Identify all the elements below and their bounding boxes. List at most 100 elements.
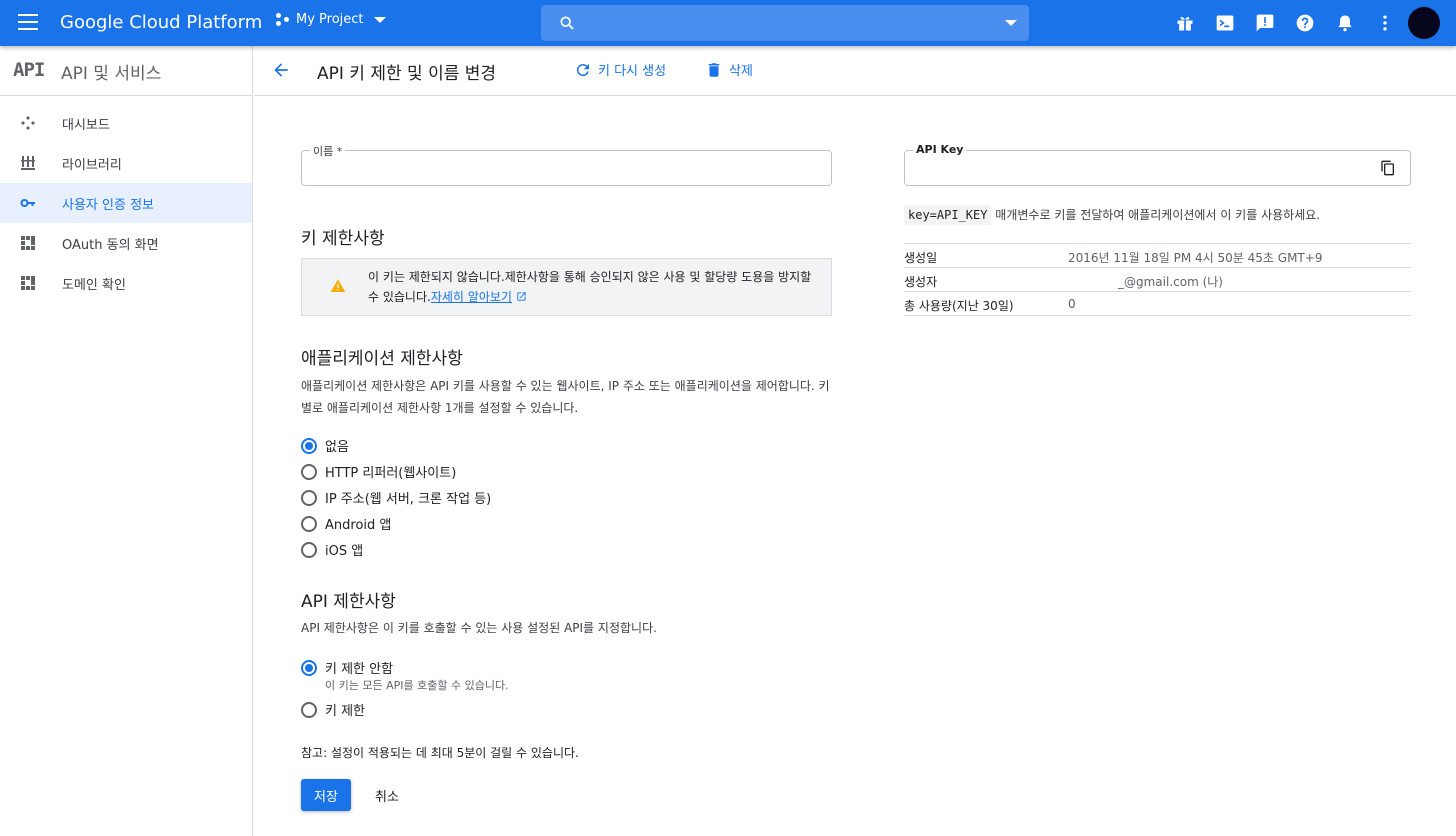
app-option-ip-address[interactable]: IP 주소(웹 서버, 크론 작업 등) xyxy=(301,488,491,507)
library-icon xyxy=(21,156,35,170)
radio-button[interactable] xyxy=(301,437,317,454)
domain-icon xyxy=(21,276,35,290)
sidebar-item-label: OAuth 동의 화면 xyxy=(62,237,159,253)
radio-label: 키 제한 안함 xyxy=(325,662,394,677)
key-info-table: 생성일 2016년 11월 18일 PM 4시 50분 45초 GMT+9 생성… xyxy=(904,243,1411,316)
sidebar-item-dashboard[interactable]: 대시보드 xyxy=(0,103,252,143)
app-option-none[interactable]: 없음 xyxy=(301,436,349,455)
name-field-label: 이름 * xyxy=(310,143,346,159)
gift-icon[interactable] xyxy=(1175,13,1195,33)
sidebar-item-label: 도메인 확인 xyxy=(62,277,126,293)
row-value: 0 xyxy=(1068,297,1076,311)
warning-icon xyxy=(330,279,346,292)
learn-more-link[interactable]: 자세히 알아보기 xyxy=(431,290,512,304)
sidebar-item-label: 대시보드 xyxy=(62,117,110,133)
api-key-hint-text: 매개변수로 키를 전달하여 애플리케이션에서 이 키를 사용하세요. xyxy=(991,208,1321,222)
radio-button[interactable] xyxy=(301,489,317,506)
sidebar-item-domain[interactable]: 도메인 확인 xyxy=(0,263,252,303)
radio-button[interactable] xyxy=(301,701,317,718)
project-dots-icon xyxy=(276,12,290,27)
radio-label: 없음 xyxy=(325,440,349,455)
search-input[interactable] xyxy=(585,9,985,37)
row-value: _@gmail.com (나) xyxy=(1118,275,1223,289)
sidebar-header: API API 및 서비스 xyxy=(0,46,252,96)
help-icon[interactable] xyxy=(1295,13,1315,33)
app-option-ios[interactable]: iOS 앱 xyxy=(301,540,363,559)
refresh-icon xyxy=(576,63,589,76)
page-header: API 키 제한 및 이름 변경 키 다시 생성 삭제 xyxy=(254,46,1456,96)
radio-button[interactable] xyxy=(301,541,317,558)
api-key-hint: key=API_KEY 매개변수로 키를 전달하여 애플리케이션에서 이 키를 … xyxy=(904,205,1321,225)
app-restrictions-desc: 애플리케이션 제한사항은 API 키를 사용할 수 있는 웹사이트, IP 주소… xyxy=(301,379,830,415)
row-value: 2016년 11월 18일 PM 4시 50분 45초 GMT+9 xyxy=(1068,251,1323,265)
sidebar-item-oauth[interactable]: OAuth 동의 화면 xyxy=(0,223,252,263)
row-key: 총 사용량(지난 30일) xyxy=(904,299,1014,313)
search-icon xyxy=(560,16,574,30)
api-key-label: API Key xyxy=(913,143,967,156)
radio-button[interactable] xyxy=(301,659,317,676)
unrestricted-warning: 이 키는 제한되지 않습니다.제한사항을 통해 승인되지 않은 사용 및 할당량… xyxy=(301,258,832,316)
api-key-param: key=API_KEY xyxy=(904,205,992,225)
api-option-no-restrict[interactable]: 키 제한 안함 xyxy=(301,658,393,677)
api-restrictions-heading: API 제한사항 xyxy=(301,592,396,612)
row-key: 생성자 xyxy=(904,275,938,289)
api-option-sublabel: 이 키는 모든 API를 호출할 수 있습니다. xyxy=(325,679,509,692)
feedback-icon[interactable] xyxy=(1255,13,1275,33)
sidebar-title: API 및 서비스 xyxy=(61,64,162,84)
row-key: 생성일 xyxy=(904,251,938,265)
radio-label: HTTP 리퍼러(웹사이트) xyxy=(325,466,457,481)
notifications-icon[interactable] xyxy=(1335,13,1355,33)
cloud-shell-icon[interactable] xyxy=(1215,13,1235,33)
radio-label: iOS 앱 xyxy=(325,544,364,559)
radio-button[interactable] xyxy=(301,515,317,532)
copy-icon[interactable] xyxy=(1380,160,1396,176)
regenerate-key-button[interactable]: 키 다시 생성 xyxy=(574,60,666,79)
radio-label: Android 앱 xyxy=(325,518,392,533)
chevron-down-icon xyxy=(373,16,386,23)
search-dropdown-icon[interactable] xyxy=(1005,20,1017,26)
top-app-bar: Google Cloud Platform My Project xyxy=(0,0,1456,46)
api-restrictions-desc: API 제한사항은 이 키를 호출할 수 있는 사용 설정된 API를 지정합니… xyxy=(301,621,657,635)
name-input[interactable] xyxy=(312,159,812,174)
api-option-restrict[interactable]: 키 제한 xyxy=(301,700,365,719)
sidebar-item-label: 사용자 인증 정보 xyxy=(62,197,154,213)
save-button[interactable]: 저장 xyxy=(301,779,351,811)
page-title: API 키 제한 및 이름 변경 xyxy=(317,64,497,84)
app-option-http-referrer[interactable]: HTTP 리퍼러(웹사이트) xyxy=(301,462,456,481)
key-icon xyxy=(20,199,35,207)
table-row: 생성일 2016년 11월 18일 PM 4시 50분 45초 GMT+9 xyxy=(904,244,1411,268)
regenerate-key-label: 키 다시 생성 xyxy=(598,64,667,79)
delete-button[interactable]: 삭제 xyxy=(705,60,753,79)
search-bar[interactable] xyxy=(541,5,1029,41)
sidebar-item-credentials[interactable]: 사용자 인증 정보 xyxy=(0,183,252,223)
delete-label: 삭제 xyxy=(729,64,753,79)
trash-icon xyxy=(708,62,720,77)
name-field[interactable]: 이름 * xyxy=(301,143,832,186)
project-name: My Project xyxy=(296,12,364,27)
warning-text-block: 이 키는 제한되지 않습니다.제한사항을 통해 승인되지 않은 사용 및 할당량… xyxy=(368,267,813,307)
cancel-button[interactable]: 취소 xyxy=(367,779,407,811)
table-row: 생성자 _@gmail.com (나) xyxy=(904,268,1411,292)
back-arrow-icon[interactable] xyxy=(271,60,291,80)
open-in-new-icon[interactable] xyxy=(516,291,527,302)
more-vert-icon[interactable] xyxy=(1375,13,1395,33)
api-key-field[interactable]: API Key xyxy=(904,143,1411,186)
radio-label: IP 주소(웹 서버, 크론 작업 등) xyxy=(325,492,492,507)
project-selector[interactable]: My Project xyxy=(276,12,386,27)
avatar[interactable] xyxy=(1408,7,1440,39)
sidebar-item-label: 라이브러리 xyxy=(62,157,122,173)
brand-title[interactable]: Google Cloud Platform xyxy=(60,12,262,33)
menu-icon[interactable] xyxy=(18,14,38,30)
sidebar: API API 및 서비스 대시보드 라이브러리 사용자 인증 정보 OAuth… xyxy=(0,46,253,836)
sidebar-item-library[interactable]: 라이브러리 xyxy=(0,143,252,183)
dashboard-icon xyxy=(21,116,35,130)
app-option-android[interactable]: Android 앱 xyxy=(301,514,391,533)
radio-button[interactable] xyxy=(301,463,317,480)
table-row: 총 사용량(지난 30일) 0 xyxy=(904,292,1411,316)
api-logo: API xyxy=(13,59,45,81)
app-restrictions-heading: 애플리케이션 제한사항 xyxy=(301,349,463,369)
settings-note: 참고: 설정이 적용되는 데 최대 5분이 걸릴 수 있습니다. xyxy=(301,746,579,760)
key-restrictions-heading: 키 제한사항 xyxy=(301,229,385,249)
consent-icon xyxy=(21,236,35,250)
radio-label: 키 제한 xyxy=(325,704,366,719)
